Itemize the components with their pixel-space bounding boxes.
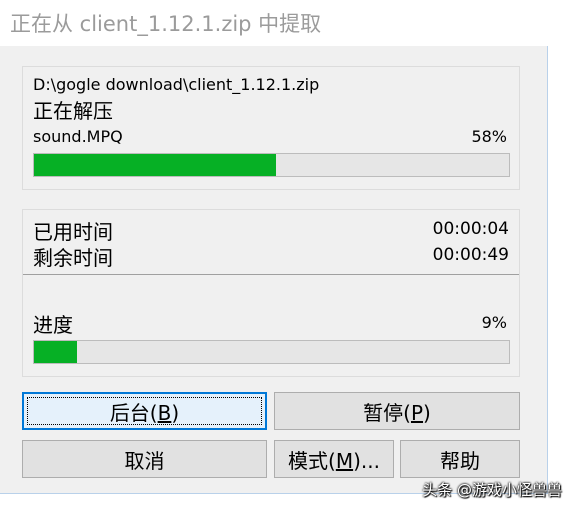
cancel-button-label: 取消	[124, 448, 165, 473]
window-title: 正在从 client_1.12.1.zip 中提取	[10, 12, 322, 36]
remaining-label: 剩余时间	[33, 246, 113, 270]
time-progress-group: 已用时间 00:00:04 剩余时间 00:00:49 进度 9%	[22, 209, 520, 377]
status-text: 正在解压	[33, 99, 113, 123]
mode-button[interactable]: 模式(M)...	[274, 440, 394, 478]
help-button-label: 帮助	[440, 448, 480, 473]
total-percent: 9%	[481, 313, 507, 332]
pause-button-label: 暂停(P)	[363, 400, 431, 425]
extract-info-group: D:\gogle download\client_1.12.1.zip 正在解压…	[22, 66, 520, 190]
mode-button-label: 模式(M)...	[288, 448, 380, 473]
help-button[interactable]: 帮助	[400, 440, 520, 478]
elapsed-label: 已用时间	[33, 220, 113, 244]
watermark: 头条 @游戏小怪兽兽	[422, 481, 562, 499]
pause-button[interactable]: 暂停(P)	[274, 392, 520, 430]
file-percent: 58%	[471, 127, 507, 146]
background-button-label: 后台(B)	[109, 400, 180, 425]
background-button[interactable]: 后台(B)	[22, 392, 267, 430]
total-progress-fill	[34, 341, 77, 363]
archive-path: D:\gogle download\client_1.12.1.zip	[33, 75, 320, 94]
remaining-value: 00:00:49	[432, 245, 509, 265]
current-file: sound.MPQ	[33, 127, 123, 146]
progress-label: 进度	[33, 313, 73, 337]
cancel-button[interactable]: 取消	[22, 440, 267, 478]
title-bar: 正在从 client_1.12.1.zip 中提取	[0, 0, 548, 46]
divider	[23, 274, 519, 275]
total-progress-bar	[33, 340, 510, 364]
file-progress-bar	[33, 153, 510, 177]
extract-dialog: 正在从 client_1.12.1.zip 中提取 D:\gogle downl…	[0, 0, 548, 494]
elapsed-value: 00:00:04	[432, 219, 509, 239]
file-progress-fill	[34, 154, 277, 176]
